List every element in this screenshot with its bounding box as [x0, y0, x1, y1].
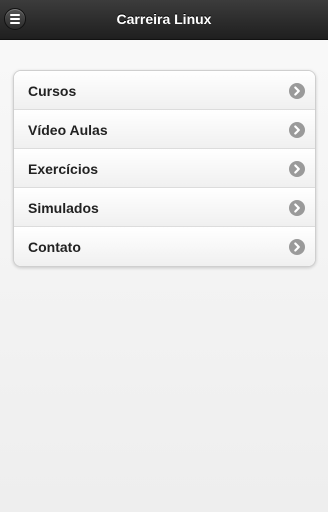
nav-item-label: Cursos	[28, 83, 77, 99]
nav-item-label: Vídeo Aulas	[28, 122, 108, 138]
chevron-right-circle-icon	[289, 122, 305, 138]
chevron-right-circle-icon	[289, 83, 305, 99]
page-title: Carreira Linux	[116, 11, 212, 27]
nav-item-exercicios[interactable]: Exercícios	[14, 149, 315, 188]
nav-item-video-aulas[interactable]: Vídeo Aulas	[14, 110, 315, 149]
chevron-right-circle-icon	[289, 161, 305, 177]
app-header: Carreira Linux	[0, 0, 328, 40]
nav-item-cursos[interactable]: Cursos	[14, 71, 315, 110]
chevron-right-circle-icon	[289, 200, 305, 216]
nav-item-contato[interactable]: Contato	[14, 227, 315, 266]
nav-item-label: Contato	[28, 239, 81, 255]
nav-item-label: Exercícios	[28, 161, 99, 177]
nav-item-simulados[interactable]: Simulados	[14, 188, 315, 227]
nav-item-label: Simulados	[28, 200, 99, 216]
nav-list: Cursos Vídeo Aulas Exercícios Simulados …	[13, 70, 316, 267]
chevron-right-circle-icon	[289, 239, 305, 255]
